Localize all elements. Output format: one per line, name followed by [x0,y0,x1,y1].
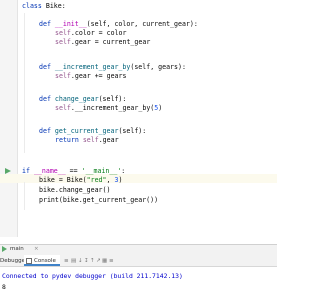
step-into-icon[interactable]: ↧ [84,257,89,265]
dunder-token: __name__ [33,167,66,175]
code-token: : [121,167,126,175]
keyword-token: def [39,127,51,135]
console-icon [26,258,32,264]
step-icon[interactable]: ↓ [78,257,83,265]
code-line: self.gear += gears [55,72,126,81]
code-token: (self, color, current_gear): [86,20,198,28]
code-token: : [61,2,66,10]
code-line: bike.change_gear() [39,186,111,194]
class-name-token: Bike [45,2,62,10]
keyword-token: return [55,136,79,144]
self-token: self [55,72,71,80]
more-icon[interactable]: ≡ [109,257,114,265]
self-token: self [55,38,71,46]
code-line: def get_current_gear(self): [39,127,146,136]
code-line: def change_gear(self): [39,95,126,104]
code-line: def __increment_gear_by(self, gears): [39,63,186,72]
code-line: self.__increment_gear_by(5) [55,104,162,113]
indent-guide [24,13,25,153]
run-icon [2,246,7,252]
code-token: == [65,167,82,175]
code-token: .color = color [70,29,127,37]
function-name-token: get_current_gear [54,127,119,135]
keyword-token: def [39,95,51,103]
self-token: self [82,136,99,144]
function-name-token: change_gear [54,95,99,103]
console-output-line: Connected to pydev debugger (build 211.7… [2,272,183,280]
step-out-icon[interactable]: ↑ [90,257,95,265]
tab-console-label: Console [34,258,56,264]
indent-guide [24,182,25,210]
evaluate-icon[interactable]: ▦ [102,257,107,265]
code-token: (self): [118,127,147,135]
keyword-token: def [39,20,51,28]
run-gutter-icon[interactable] [5,168,11,174]
code-line: self.gear = current_gear [55,38,150,47]
run-panel-header [0,244,277,255]
layout-icon[interactable]: ▤ [71,257,76,265]
code-line: def __init__(self, color, current_gear): [39,20,198,29]
code-token: .gear [98,136,119,144]
console-output-line: 8 [2,283,6,291]
function-name-token: __init__ [54,20,87,28]
self-token: self [55,104,71,112]
code-token: bike = Bike( [39,176,87,184]
run-to-cursor-icon[interactable]: ↗ [96,257,101,265]
gutter-divider [17,0,18,237]
code-line: class Bike: [22,2,66,11]
code-token: (self, gears): [130,63,186,71]
code-line: if __name__ == '__main__': [22,167,125,176]
code-line: bike = Bike("red", 3) [39,176,122,185]
keyword-token: class [22,2,42,10]
keyword-token: def [39,63,51,71]
code-token: .gear += gears [70,72,127,80]
code-token: (self): [98,95,127,103]
self-token: self [55,29,71,37]
code-line: print(bike.get_current_gear()) [39,196,159,204]
close-tab-icon[interactable]: × [34,245,39,253]
run-config-tab[interactable]: main [10,245,24,253]
menu-icon[interactable]: ≡ [64,257,69,265]
keyword-token: if [22,167,30,175]
function-name-token: __increment_gear_by [54,63,131,71]
code-token: .__increment_gear_by( [70,104,155,112]
code-line: return self.gear [55,136,119,145]
code-line: self.color = color [55,29,126,38]
string-token: '__main__' [81,167,122,175]
code-editor[interactable]: class Bike: def __init__(self, color, cu… [0,0,277,237]
editor-gutter[interactable] [0,0,17,237]
string-token: "red" [86,176,107,184]
code-token: .gear = current_gear [70,38,151,46]
code-token: ) [118,176,123,184]
code-token: ) [158,104,163,112]
